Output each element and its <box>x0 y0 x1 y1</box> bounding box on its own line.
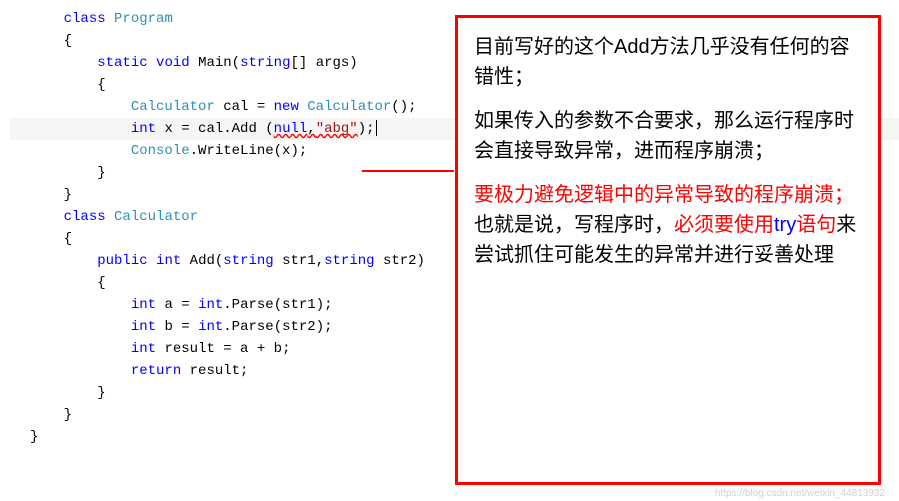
text-cursor <box>376 120 377 136</box>
callout-paragraph: 要极力避免逻辑中的异常导致的程序崩溃；也就是说，写程序时，必须要使用try语句来… <box>474 180 862 270</box>
callout-annotation: 目前写好的这个Add方法几乎没有任何的容错性； 如果传入的参数不合要求，那么运行… <box>455 15 881 485</box>
callout-paragraph: 如果传入的参数不合要求，那么运行程序时会直接导致异常，进而程序崩溃； <box>474 106 862 166</box>
callout-connector-line <box>362 170 454 172</box>
callout-paragraph: 目前写好的这个Add方法几乎没有任何的容错性； <box>474 32 862 92</box>
watermark: https://blog.csdn.net/weixin_44813932 <box>715 488 885 499</box>
